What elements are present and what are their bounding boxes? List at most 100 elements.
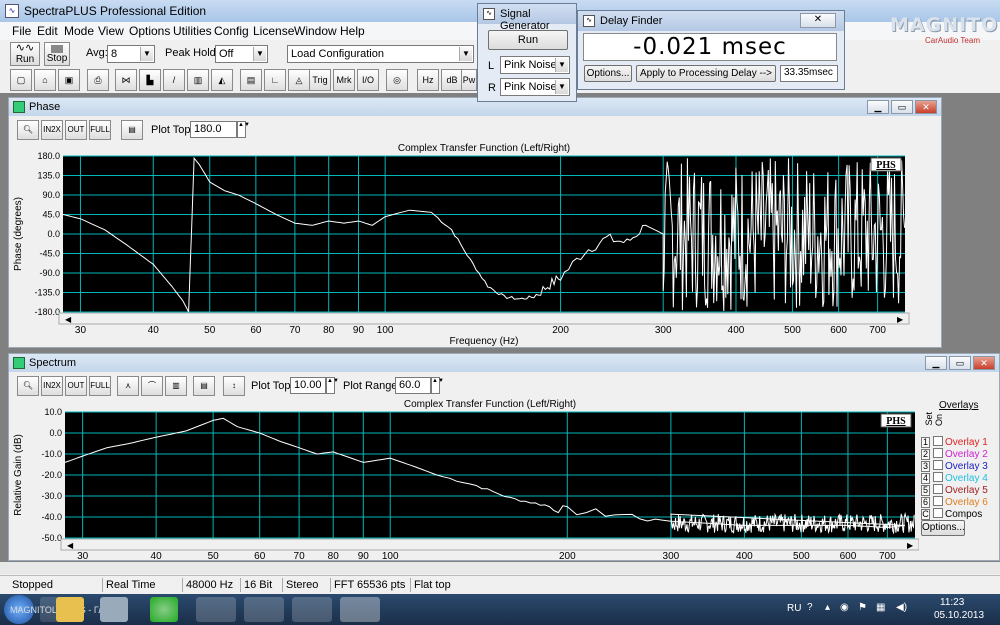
zoom-out-full-icon[interactable]: FULL xyxy=(89,376,111,396)
cursor-icon[interactable]: ↕ xyxy=(223,376,245,396)
x-tick-label: 30 xyxy=(75,325,87,336)
zoom-out-full-icon[interactable]: FULL xyxy=(89,120,111,140)
chevron-up-icon[interactable]: ▴ xyxy=(825,602,830,613)
pw-button[interactable]: Pw xyxy=(461,69,477,91)
zoom-out-2x-icon[interactable]: OUT xyxy=(65,376,87,396)
avg-select[interactable]: 8 ▼ xyxy=(107,45,155,63)
print-icon[interactable]: ⎙ xyxy=(87,69,109,91)
clock-date[interactable]: 05.10.2013 xyxy=(934,610,984,621)
stop-button[interactable]: Stop xyxy=(44,42,70,66)
maximize-icon[interactable]: ▭ xyxy=(949,356,971,370)
peak-hold-select[interactable]: Off ▼ xyxy=(215,45,268,63)
load-configuration-select[interactable]: Load Configuration ▼ xyxy=(287,45,474,63)
paint-icon[interactable] xyxy=(292,597,332,622)
delay-options-button[interactable]: Options... xyxy=(584,65,632,82)
menu-license[interactable]: License xyxy=(253,24,294,38)
close-icon[interactable]: ✕ xyxy=(915,100,937,114)
3d-surface-icon[interactable]: ◭ xyxy=(211,69,233,91)
close-icon[interactable]: ✕ xyxy=(800,13,836,28)
spectrum-plot-top-input[interactable]: 10.00 xyxy=(290,377,326,394)
menu-edit[interactable]: Edit xyxy=(37,24,58,38)
flag-icon[interactable]: ⚑ xyxy=(858,602,867,613)
meter-icon[interactable]: ◬ xyxy=(288,69,310,91)
right-channel-select[interactable]: Pink Noise ▼ xyxy=(500,78,570,96)
menu-file[interactable]: File xyxy=(12,24,31,38)
explorer-folder-icon[interactable] xyxy=(56,597,84,622)
overlay-set-button[interactable]: 6 xyxy=(921,497,930,508)
spin-arrows-icon[interactable]: ▲▼ xyxy=(326,377,339,394)
overlay-set-button[interactable]: 1 xyxy=(921,437,930,448)
language-indicator[interactable]: RU xyxy=(787,603,801,614)
opera-icon[interactable]: ◉ xyxy=(840,602,849,613)
overlay-set-button[interactable]: 5 xyxy=(921,485,930,496)
axis-icon[interactable]: ∟ xyxy=(264,69,286,91)
left-channel-select[interactable]: Pink Noise ▼ xyxy=(500,56,570,74)
menu-view[interactable]: View xyxy=(98,24,124,38)
zoom-out-2x-icon[interactable]: OUT xyxy=(65,120,87,140)
overlay-checkbox[interactable] xyxy=(933,436,943,446)
horizontal-scrollbar[interactable] xyxy=(0,562,1000,574)
run-button[interactable]: ∿∿ Run xyxy=(10,42,40,66)
spectrum-icon[interactable]: ▙ xyxy=(139,69,161,91)
save-icon[interactable]: ▣ xyxy=(58,69,80,91)
overlay-checkbox[interactable] xyxy=(933,496,943,506)
menu-config[interactable]: Config xyxy=(214,24,249,38)
menu-help[interactable]: Help xyxy=(340,24,365,38)
spin-arrows-icon[interactable]: ▲▼ xyxy=(237,121,250,138)
display-icon[interactable]: ▤ xyxy=(240,69,262,91)
spin-arrows-icon[interactable]: ▲▼ xyxy=(431,377,444,394)
zoom-icon[interactable]: 🔍︎ xyxy=(17,120,39,140)
spectraplus-task-icon[interactable] xyxy=(340,597,380,622)
peak-icon[interactable]: ⋏ xyxy=(117,376,139,396)
overlay-checkbox[interactable] xyxy=(933,472,943,482)
zoom-in-2x-icon[interactable]: IN2X xyxy=(41,376,63,396)
trig-button[interactable]: Trig xyxy=(309,69,331,91)
bars-icon[interactable]: ▥ xyxy=(165,376,187,396)
maximize-icon[interactable]: ▭ xyxy=(891,100,913,114)
overlay-set-button[interactable]: C xyxy=(921,509,930,520)
spectrogram-icon[interactable]: ▥ xyxy=(187,69,209,91)
open-folder-icon[interactable]: ⌂ xyxy=(34,69,56,91)
clock-time[interactable]: 11:23 xyxy=(940,597,964,608)
menu-options[interactable]: Options xyxy=(129,24,170,38)
minimize-icon[interactable]: ▁ xyxy=(925,356,947,370)
overlay-set-button[interactable]: 2 xyxy=(921,449,930,460)
properties-icon[interactable]: ▤ xyxy=(121,120,143,140)
overlay-checkbox[interactable] xyxy=(933,460,943,470)
media-player-icon[interactable] xyxy=(100,597,128,622)
minimize-icon[interactable]: ▁ xyxy=(867,100,889,114)
phase-plot-top-input[interactable]: 180.0 xyxy=(190,121,237,138)
generator-run-button[interactable]: Run xyxy=(488,30,568,50)
close-icon[interactable]: ✕ xyxy=(973,356,995,370)
mrk-button[interactable]: Mrk xyxy=(333,69,355,91)
menu-mode[interactable]: Mode xyxy=(64,24,94,38)
zoom-in-2x-icon[interactable]: IN2X xyxy=(41,120,63,140)
overlays-options-button[interactable]: Options... xyxy=(921,520,965,536)
properties-icon[interactable]: ▤ xyxy=(193,376,215,396)
apply-processing-delay-button[interactable]: Apply to Processing Delay --> xyxy=(636,65,776,82)
chat-app-icon[interactable] xyxy=(150,597,178,622)
generator-icon[interactable]: ◎ xyxy=(386,69,408,91)
help-icon[interactable]: ? xyxy=(807,602,813,613)
db-button[interactable]: dB xyxy=(441,69,463,91)
volume-icon[interactable]: ◀) xyxy=(896,602,907,613)
overlay-set-button[interactable]: 4 xyxy=(921,473,930,484)
octave-icon[interactable]: ⌒ xyxy=(141,376,163,396)
phase-icon[interactable]: / xyxy=(163,69,185,91)
zoom-icon[interactable]: 🔍︎ xyxy=(17,376,39,396)
overlay-checkbox[interactable] xyxy=(933,484,943,494)
sound-icon[interactable] xyxy=(244,597,284,622)
menu-window[interactable]: Window xyxy=(294,24,337,38)
processing-delay-field[interactable]: 33.35msec xyxy=(780,65,838,82)
io-button[interactable]: I/O xyxy=(357,69,379,91)
spectrum-plot-range-input[interactable]: 60.0 xyxy=(395,377,431,394)
overlay-set-button[interactable]: 3 xyxy=(921,461,930,472)
hz-button[interactable]: Hz xyxy=(417,69,439,91)
network-icon[interactable]: ▦ xyxy=(876,602,885,613)
waveform-icon[interactable]: ⋈ xyxy=(115,69,137,91)
control-panel-icon[interactable] xyxy=(196,597,236,622)
overlay-checkbox[interactable] xyxy=(933,508,943,518)
menu-utilities[interactable]: Utilities xyxy=(173,24,212,38)
overlay-checkbox[interactable] xyxy=(933,448,943,458)
new-file-icon[interactable]: ▢ xyxy=(10,69,32,91)
